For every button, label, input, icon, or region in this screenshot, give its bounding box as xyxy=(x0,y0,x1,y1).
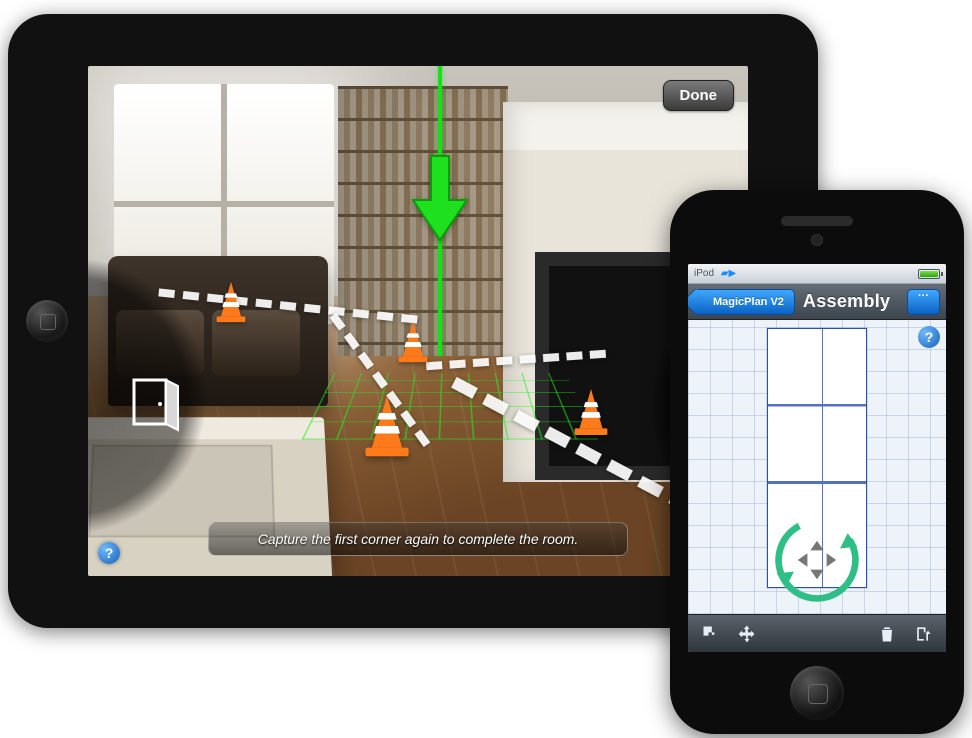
traffic-cone-icon xyxy=(214,280,247,323)
rotate-handle-icon[interactable] xyxy=(769,512,865,608)
iphone-home-button[interactable] xyxy=(790,666,844,720)
ipad-screen: Done ? Capture the first corner again to… xyxy=(88,66,748,576)
down-arrow-icon xyxy=(407,152,473,244)
nav-bar: MagicPlan V2 Assembly ··· xyxy=(688,284,946,320)
nav-title: Assembly xyxy=(803,291,899,312)
instruction-banner: Capture the first corner again to comple… xyxy=(208,522,628,556)
done-button[interactable]: Done xyxy=(663,80,735,111)
help-button[interactable]: ? xyxy=(918,326,940,348)
back-button[interactable]: MagicPlan V2 xyxy=(694,289,795,315)
door-icon[interactable] xyxy=(130,376,180,432)
iphone-device: iPod ▰▶ MagicPlan V2 Assembly ··· ? xyxy=(670,190,964,734)
nav-right-button[interactable]: ··· xyxy=(907,289,940,315)
toolbar xyxy=(688,614,946,652)
export-button[interactable] xyxy=(908,620,938,648)
ipad-home-button[interactable] xyxy=(26,300,68,342)
wifi-icon: ▰▶ xyxy=(721,268,736,279)
iphone-speaker xyxy=(781,216,853,226)
iphone-camera xyxy=(811,234,823,246)
delete-button[interactable] xyxy=(872,620,902,648)
traffic-cone-icon xyxy=(362,394,412,459)
traffic-cone-icon xyxy=(572,387,610,436)
iphone-screen: iPod ▰▶ MagicPlan V2 Assembly ··· ? xyxy=(688,264,946,652)
help-button[interactable]: ? xyxy=(98,542,120,564)
floorplan-canvas[interactable]: ? xyxy=(688,320,946,614)
add-room-button[interactable] xyxy=(696,620,726,648)
traffic-cone-icon xyxy=(396,320,429,363)
device-label: iPod xyxy=(694,268,714,279)
move-button[interactable] xyxy=(732,620,762,648)
status-bar: iPod ▰▶ xyxy=(688,264,946,284)
battery-icon xyxy=(918,269,940,279)
